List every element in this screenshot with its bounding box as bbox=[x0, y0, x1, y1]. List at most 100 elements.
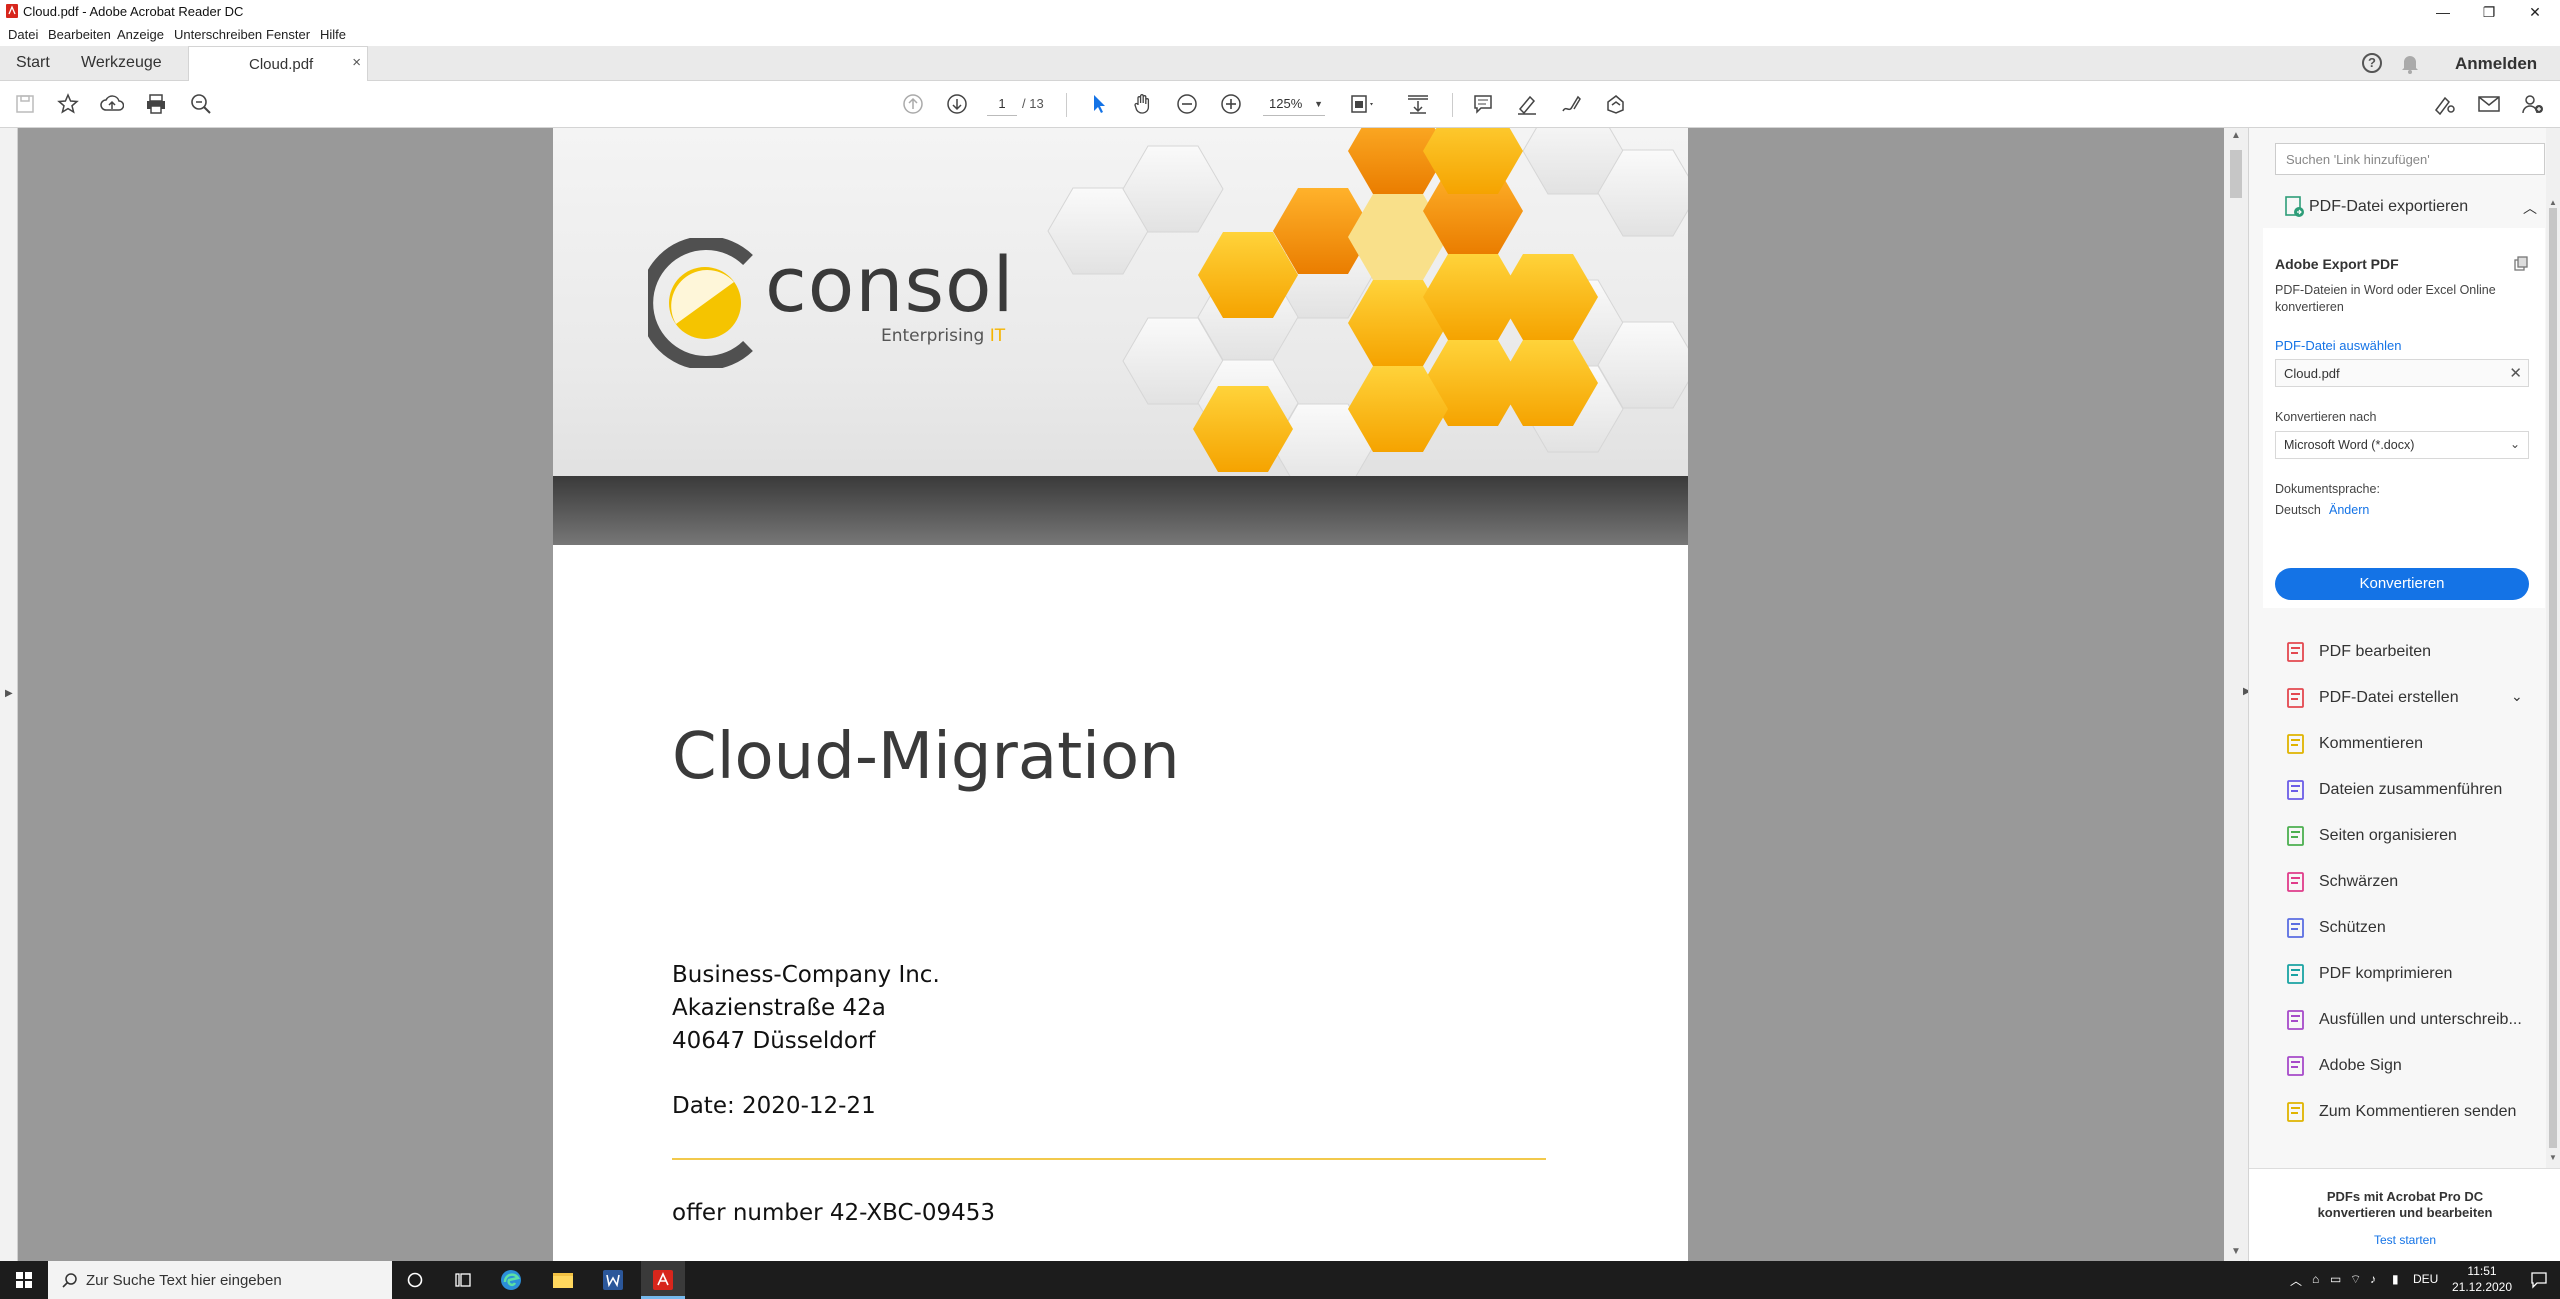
task-view-icon[interactable] bbox=[454, 1271, 472, 1289]
start-trial-link[interactable]: Test starten bbox=[2249, 1233, 2560, 1247]
scroll-mode-icon[interactable] bbox=[1405, 91, 1431, 117]
search-icon bbox=[62, 1273, 77, 1288]
tool-item-label: PDF komprimieren bbox=[2319, 965, 2453, 982]
tool-item[interactable]: Adobe Sign bbox=[2249, 1042, 2545, 1088]
zoom-search-icon[interactable] bbox=[188, 91, 214, 117]
network-icon[interactable]: ⌂ bbox=[2312, 1272, 2319, 1286]
email-icon[interactable] bbox=[2476, 91, 2502, 117]
document-viewport[interactable]: ▶ consol Enterprising IT Cloud-Migration… bbox=[0, 128, 2248, 1261]
address-company: Business-Company Inc. bbox=[672, 962, 940, 988]
menu-hilfe[interactable]: Hilfe bbox=[320, 27, 346, 42]
chevron-down-icon[interactable]: ⌄ bbox=[2511, 688, 2523, 705]
tab-document[interactable]: Cloud.pdf × bbox=[188, 46, 368, 81]
print-icon[interactable] bbox=[143, 91, 169, 117]
notification-center-icon[interactable] bbox=[2530, 1271, 2548, 1289]
copy-link-icon[interactable] bbox=[2513, 256, 2529, 272]
convert-button[interactable]: Konvertieren bbox=[2275, 568, 2529, 600]
tool-item[interactable]: PDF-Datei erstellen ⌄ bbox=[2249, 674, 2545, 720]
page-number-input[interactable]: 1 bbox=[987, 92, 1017, 116]
fit-page-icon[interactable] bbox=[1350, 91, 1376, 117]
minimize-button[interactable]: — bbox=[2420, 0, 2466, 24]
tool-item[interactable]: Seiten organisieren bbox=[2249, 812, 2545, 858]
scroll-down-icon[interactable]: ▼ bbox=[2549, 1153, 2557, 1162]
select-pdf-link[interactable]: PDF-Datei auswählen bbox=[2275, 338, 2401, 353]
zoom-in-icon[interactable] bbox=[1218, 91, 1244, 117]
help-icon[interactable]: ? bbox=[2362, 53, 2382, 73]
tab-tools[interactable]: Werkzeuge bbox=[81, 54, 162, 72]
tool-item[interactable]: Dateien zusammenführen bbox=[2249, 766, 2545, 812]
taskbar-search-box[interactable]: Zur Suche Text hier eingeben bbox=[48, 1261, 392, 1299]
tool-item[interactable]: Kommentieren bbox=[2249, 720, 2545, 766]
menu-bearbeiten[interactable]: Bearbeiten bbox=[48, 27, 111, 42]
close-window-button[interactable]: ✕ bbox=[2512, 0, 2558, 24]
scroll-up-icon[interactable]: ▲ bbox=[2549, 198, 2557, 207]
tool-item[interactable]: Zum Kommentieren senden bbox=[2249, 1088, 2545, 1134]
notification-bell-icon[interactable] bbox=[2400, 53, 2420, 75]
tool-item[interactable]: PDF bearbeiten bbox=[2249, 628, 2545, 674]
tool-item[interactable]: PDF komprimieren bbox=[2249, 950, 2545, 996]
tool-item-label: Kommentieren bbox=[2319, 735, 2424, 752]
tools-pane-scrollbar[interactable]: ▲ ▼ bbox=[2546, 128, 2560, 1168]
fill-sign-toolbar-icon[interactable] bbox=[2432, 91, 2458, 117]
hand-tool-icon[interactable] bbox=[1130, 91, 1156, 117]
menu-anzeige[interactable]: Anzeige bbox=[117, 27, 164, 42]
language-indicator[interactable]: DEU bbox=[2413, 1272, 2438, 1286]
change-language-link[interactable]: Ändern bbox=[2329, 503, 2369, 517]
scrollbar-thumb[interactable] bbox=[2230, 150, 2242, 198]
add-user-icon[interactable] bbox=[2520, 91, 2546, 117]
export-pdf-header[interactable]: PDF-Datei exportieren ︿ bbox=[2273, 192, 2543, 222]
zoom-level-select[interactable]: 125% ▼ bbox=[1263, 92, 1325, 116]
logo-tagline-accent: IT bbox=[989, 326, 1006, 346]
export-pdf-card: Adobe Export PDF PDF-Dateien in Word ode… bbox=[2263, 228, 2545, 608]
windows-start-icon[interactable] bbox=[16, 1272, 32, 1288]
zoom-out-icon[interactable] bbox=[1174, 91, 1200, 117]
chevron-down-icon: ⌄ bbox=[2509, 437, 2520, 451]
bookmark-star-icon[interactable] bbox=[55, 91, 81, 117]
remove-file-icon[interactable]: ✕ bbox=[2509, 364, 2522, 382]
chevron-up-icon[interactable]: ︿ bbox=[2523, 198, 2537, 218]
tool-item[interactable]: Schützen bbox=[2249, 904, 2545, 950]
highlight-pen-icon[interactable] bbox=[1514, 91, 1540, 117]
tool-item[interactable]: Schwärzen bbox=[2249, 858, 2545, 904]
scroll-up-icon[interactable]: ▲ bbox=[2231, 130, 2241, 141]
word-app-icon[interactable] bbox=[602, 1269, 624, 1291]
comment-icon[interactable] bbox=[1470, 91, 1496, 117]
convert-format-select[interactable]: Microsoft Word (*.docx) ⌄ bbox=[2275, 431, 2529, 459]
menu-fenster[interactable]: Fenster bbox=[266, 27, 310, 42]
tab-start[interactable]: Start bbox=[16, 54, 50, 72]
upload-cloud-icon[interactable] bbox=[99, 91, 125, 117]
tool-item-label: Dateien zusammenführen bbox=[2319, 781, 2503, 798]
taskbar-clock[interactable]: 11:51 21.12.2020 bbox=[2436, 1263, 2528, 1295]
edge-browser-icon[interactable] bbox=[500, 1269, 522, 1291]
left-panel-collapsed[interactable]: ▶ bbox=[0, 128, 18, 1261]
tools-search-input[interactable]: Suchen 'Link hinzufügen' bbox=[2275, 143, 2545, 175]
show-hidden-icons-icon[interactable]: ︿ bbox=[2290, 1272, 2302, 1289]
previous-page-icon[interactable] bbox=[900, 91, 926, 117]
sign-in-button[interactable]: Anmelden bbox=[2455, 54, 2537, 74]
close-tab-icon[interactable]: × bbox=[352, 54, 361, 71]
system-tray-icon[interactable]: ▭ bbox=[2330, 1272, 2341, 1286]
acrobat-app-icon bbox=[6, 4, 18, 18]
file-explorer-icon[interactable] bbox=[552, 1270, 574, 1290]
cortana-icon[interactable] bbox=[407, 1272, 423, 1288]
menu-datei[interactable]: Datei bbox=[8, 27, 38, 42]
menu-unterschreiben[interactable]: Unterschreiben bbox=[174, 27, 262, 42]
tool-item[interactable]: Ausfüllen und unterschreib... bbox=[2249, 996, 2545, 1042]
battery-icon[interactable]: ▮ bbox=[2392, 1272, 2399, 1286]
redact-icon bbox=[2287, 872, 2304, 892]
share-hand-icon[interactable] bbox=[1602, 91, 1628, 117]
next-page-icon[interactable] bbox=[944, 91, 970, 117]
scroll-down-icon[interactable]: ▼ bbox=[2231, 1246, 2241, 1257]
volume-icon[interactable]: ♪ bbox=[2370, 1272, 2376, 1286]
scrollbar-thumb[interactable] bbox=[2549, 208, 2557, 1148]
save-icon[interactable] bbox=[12, 91, 38, 117]
select-cursor-icon[interactable] bbox=[1086, 91, 1112, 117]
logo-brand-text: consol bbox=[765, 240, 1015, 329]
maximize-button[interactable]: ❐ bbox=[2466, 0, 2512, 24]
wifi-icon[interactable]: ⌔ bbox=[2350, 1272, 2361, 1287]
acrobat-taskbar-button[interactable] bbox=[641, 1261, 685, 1299]
expand-left-icon[interactable]: ▶ bbox=[5, 688, 13, 699]
divider-line bbox=[672, 1158, 1546, 1160]
menu-bar: Datei Bearbeiten Anzeige Unterschreiben … bbox=[0, 24, 2560, 46]
sign-pen-icon[interactable] bbox=[1558, 91, 1584, 117]
